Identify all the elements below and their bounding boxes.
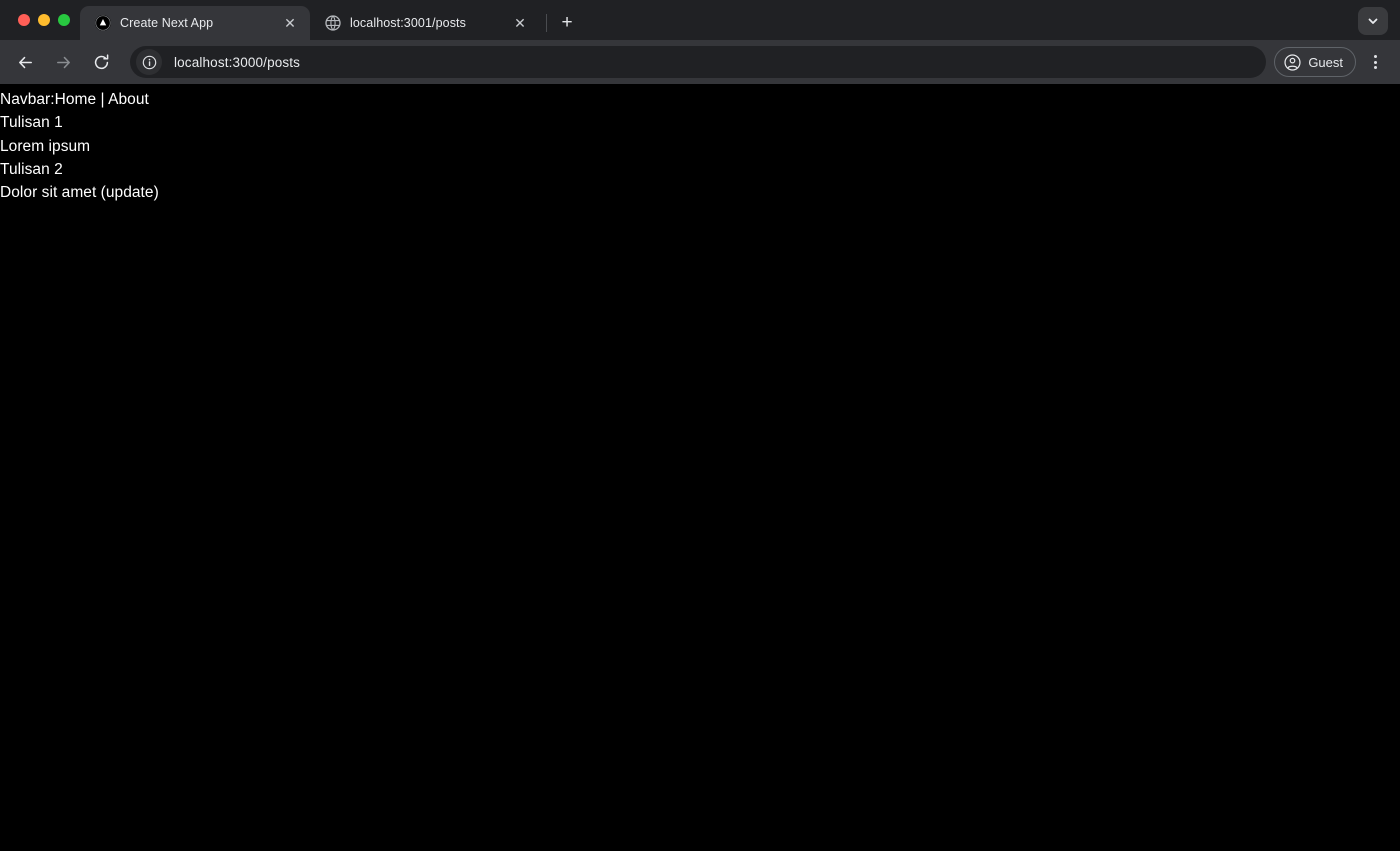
nextjs-logo-icon [94,15,111,32]
tab-localhost-3001-posts[interactable]: localhost:3001/posts ✕ [310,6,540,40]
tab-close-button[interactable]: ✕ [510,13,530,33]
page-viewport: Navbar:Home | About Tulisan 1 Lorem ipsu… [0,84,1400,851]
navbar: Navbar:Home | About [0,88,1400,111]
address-bar-url[interactable]: localhost:3000/posts [174,55,300,70]
window-controls [0,0,80,40]
new-tab-button[interactable]: + [553,8,581,36]
tab-title: localhost:3001/posts [350,16,466,30]
kebab-dot [1373,55,1377,58]
back-button[interactable] [8,45,42,79]
close-window-button[interactable] [18,14,30,26]
tab-strip: Create Next App ✕ localhost:3001/posts ✕… [0,0,1400,40]
address-bar[interactable]: localhost:3000/posts [130,46,1267,78]
maximize-window-button[interactable] [58,14,70,26]
kebab-dot [1373,60,1377,64]
account-circle-icon [1284,53,1301,71]
minimize-window-button[interactable] [38,14,50,26]
post-body-2: Dolor sit amet (update) [0,184,159,202]
forward-button[interactable] [46,45,80,79]
tab-separator [546,14,547,32]
reload-button[interactable] [84,45,118,79]
navbar-label: Navbar: [0,91,55,108]
browser-toolbar: localhost:3000/posts Guest [0,40,1400,84]
globe-icon [324,15,341,32]
tab-close-button[interactable]: ✕ [280,13,300,33]
nav-link-about[interactable]: About [108,91,149,108]
profile-label: Guest [1308,54,1343,70]
tab-create-next-app[interactable]: Create Next App ✕ [80,6,310,40]
browser-window: Create Next App ✕ localhost:3001/posts ✕… [0,0,1400,851]
browser-menu-button[interactable] [1360,47,1390,77]
nav-link-home[interactable]: Home [55,91,97,108]
post-title-1: Tulisan 1 [0,114,63,132]
tab-search-chevron-down-icon[interactable] [1358,7,1388,35]
post-body-1: Lorem ipsum [0,137,91,155]
navbar-separator: | [96,91,109,108]
info-circle-icon[interactable] [136,49,162,75]
tab-title: Create Next App [120,16,214,30]
post-title-2: Tulisan 2 [0,160,63,178]
kebab-dot [1373,66,1377,69]
profile-button[interactable]: Guest [1274,47,1356,77]
